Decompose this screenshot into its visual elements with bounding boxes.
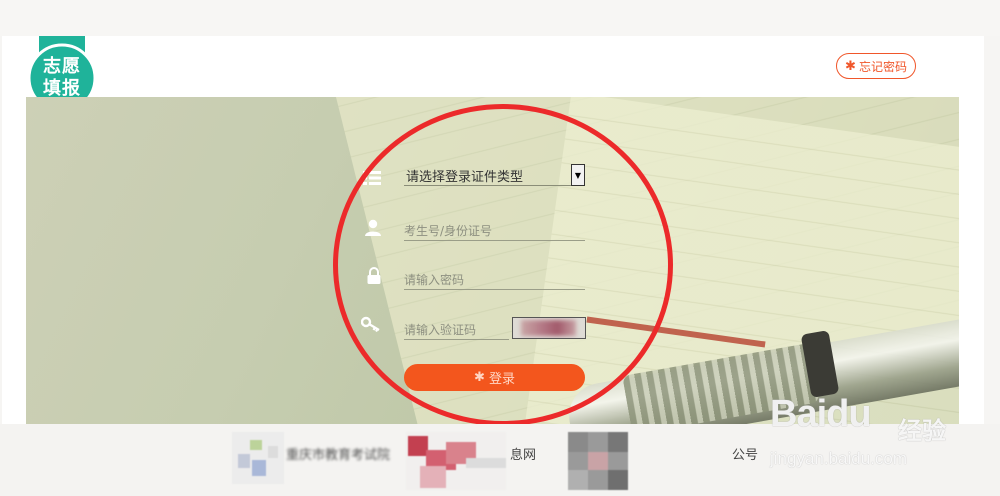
login-button[interactable]: ✱ 登录 xyxy=(404,364,585,391)
list-icon xyxy=(362,170,382,190)
forgot-password-button[interactable]: ✱ 忘记密码 xyxy=(836,53,916,79)
key-icon xyxy=(360,316,381,336)
asterisk-icon: ✱ xyxy=(474,370,485,385)
footer-link-1[interactable]: 重庆市教育考试院 xyxy=(286,444,390,463)
ribbon-line-1: 志愿 xyxy=(43,56,81,77)
footer-link-3-label: 公号 xyxy=(732,448,759,463)
footer-link-3[interactable]: 公号 xyxy=(732,444,758,463)
lock-icon xyxy=(364,267,384,287)
chevron-down-icon[interactable]: ▼ xyxy=(571,164,585,186)
captcha-image-content xyxy=(521,320,576,336)
password-placeholder: 请输入密码 xyxy=(404,273,465,287)
logo-icon xyxy=(232,432,284,484)
user-icon xyxy=(363,219,383,239)
forgot-password-label: 忘记密码 xyxy=(858,59,907,74)
logo-icon xyxy=(568,432,628,490)
captcha-image[interactable] xyxy=(512,317,586,339)
top-strip xyxy=(0,0,1000,36)
asterisk-icon: ✱ xyxy=(845,58,856,74)
footer-link-1-label: 重庆市教育考试院 xyxy=(286,448,391,463)
login-label: 登录 xyxy=(488,372,515,387)
logo-icon xyxy=(406,432,506,490)
candidate-id-placeholder: 考生号/身份证号 xyxy=(404,224,493,238)
ribbon-text: 志愿 填报 xyxy=(25,56,99,100)
id-type-select[interactable]: 请选择登录证件类型 ▼ xyxy=(404,164,585,186)
watermark-brand: Baidu xyxy=(770,393,872,435)
watermark-cn: 经验 xyxy=(898,417,946,445)
watermark-url: jingyan.baidu.com xyxy=(770,449,908,468)
captcha-input[interactable]: 请输入验证码 xyxy=(404,318,509,340)
password-input[interactable]: 请输入密码 xyxy=(404,268,585,290)
baidu-watermark: Baidu 经验 jingyan.baidu.com xyxy=(760,383,1000,483)
footer-link-2[interactable]: 息网 xyxy=(510,444,536,463)
captcha-placeholder: 请输入验证码 xyxy=(404,323,477,337)
footer-link-2-label: 息网 xyxy=(510,448,537,463)
id-type-selected-value: 请选择登录证件类型 xyxy=(406,170,524,185)
candidate-id-input[interactable]: 考生号/身份证号 xyxy=(404,219,585,241)
